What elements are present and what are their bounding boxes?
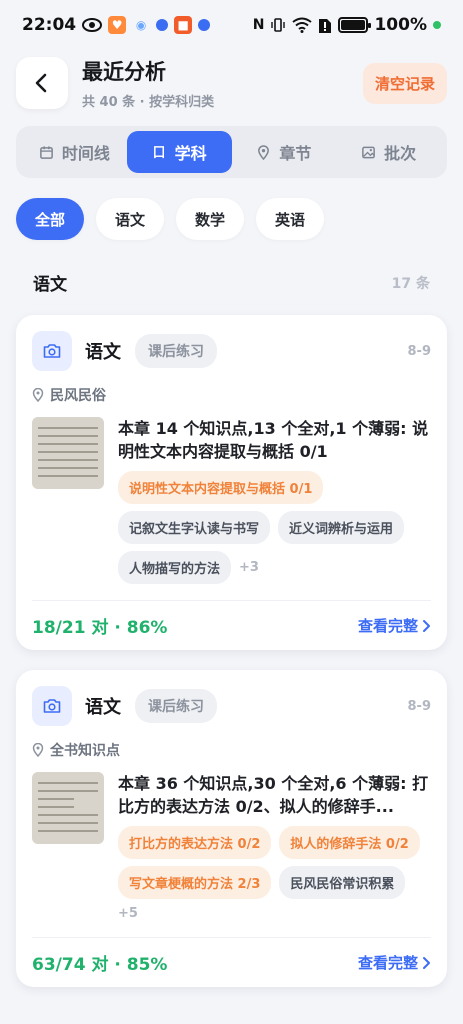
- score-summary: 18/21 对 · 86%: [32, 618, 168, 638]
- chip-math[interactable]: 数学: [176, 198, 245, 240]
- card-date: 8-9: [407, 343, 432, 359]
- view-full-label: 查看完整: [357, 954, 418, 972]
- status-time: 22:04: [22, 15, 77, 35]
- card-header: 语文 课后练习 8-9: [32, 686, 431, 726]
- robot-app-icon: ◉: [135, 18, 147, 32]
- chip-chinese[interactable]: 语文: [96, 198, 165, 240]
- view-full-link[interactable]: 查看完整: [358, 952, 431, 973]
- blue-app-icon: [156, 19, 169, 31]
- tab-subject[interactable]: 学科: [126, 131, 232, 173]
- location-pin-icon: [32, 388, 44, 402]
- vibrate-icon: [271, 18, 286, 32]
- card-summary: 本章 14 个知识点,13 个全对,1 个薄弱: 说明性文本内容提取与概括 0/…: [118, 419, 429, 461]
- analysis-card[interactable]: 语文 课后练习 8-9 民风民俗 本章 14 个知识点,13 个全对,1 个薄弱…: [16, 315, 447, 650]
- page-subtitle: 共 40 条 · 按学科归类: [82, 95, 215, 110]
- card-body: 本章 36 个知识点,30 个全对,6 个薄弱: 打比方的表达方法 0/2、拟人…: [32, 772, 431, 921]
- analysis-card[interactable]: 语文 课后练习 8-9 全书知识点 本章 36 个知识点,30 个全对,6 个薄…: [16, 670, 447, 987]
- knowledge-pill: 记叙文生字认读与书写: [118, 511, 271, 544]
- card-header: 语文 课后练习 8-9: [32, 331, 431, 371]
- section-count: 17 条: [391, 275, 430, 292]
- card-date: 8-9: [407, 698, 432, 714]
- location-pin-icon: [258, 144, 270, 160]
- worksheet-thumbnail[interactable]: [32, 772, 104, 844]
- sim-alert-icon: [319, 18, 332, 33]
- status-right: N 100%: [253, 15, 441, 35]
- header: 最近分析 共 40 条 · 按学科归类 清空记录: [0, 50, 463, 112]
- view-full-label: 查看完整: [357, 617, 418, 635]
- battery-icon: [338, 17, 372, 33]
- more-count: +5: [118, 906, 138, 921]
- knowledge-pill-weak: 说明性文本内容提取与概括 0/1: [118, 471, 324, 504]
- section-title: 语文: [33, 275, 67, 295]
- card-tag: 课后练习: [135, 334, 217, 368]
- card-chapter: 民风民俗: [32, 385, 431, 405]
- status-bar: 22:04 ♥ ◉ ■ N 100%: [0, 0, 463, 50]
- clear-records-button[interactable]: 清空记录: [362, 62, 447, 104]
- nfc-icon: N: [252, 17, 265, 33]
- calendar-icon: [39, 145, 53, 159]
- card-body: 本章 14 个知识点,13 个全对,1 个薄弱: 说明性文本内容提取与概括 0/…: [32, 417, 431, 584]
- heart-app-icon: ♥: [108, 16, 127, 34]
- back-button[interactable]: [16, 57, 68, 109]
- tab-batch[interactable]: 批次: [336, 131, 441, 173]
- card-content: 本章 36 个知识点,30 个全对,6 个薄弱: 打比方的表达方法 0/2、拟人…: [118, 772, 431, 921]
- card-summary: 本章 36 个知识点,30 个全对,6 个薄弱: 打比方的表达方法 0/2、拟人…: [118, 774, 429, 816]
- card-content: 本章 14 个知识点,13 个全对,1 个薄弱: 说明性文本内容提取与概括 0/…: [118, 417, 431, 584]
- chapter-label: 民风民俗: [50, 388, 106, 404]
- header-text: 最近分析 共 40 条 · 按学科归类: [82, 56, 363, 110]
- card-subject: 语文: [85, 697, 121, 718]
- worksheet-thumbnail[interactable]: [32, 417, 104, 489]
- tab-label: 批次: [384, 144, 417, 163]
- blue-app-icon-2: [198, 19, 211, 31]
- image-icon: [362, 146, 375, 158]
- camera-icon: [32, 686, 72, 726]
- chevron-right-icon: [423, 956, 430, 969]
- knowledge-pill-weak: 写文章梗概的方法 2/3: [118, 866, 272, 899]
- knowledge-point-pills: 说明性文本内容提取与概括 0/1 记叙文生字认读与书写 近义词辨析与运用 人物描…: [118, 471, 431, 584]
- camera-icon: [32, 331, 72, 371]
- knowledge-pill: 近义词辨析与运用: [278, 511, 405, 544]
- orange-app-icon: ■: [174, 16, 193, 34]
- chip-english[interactable]: 英语: [256, 198, 325, 240]
- chip-all[interactable]: 全部: [16, 198, 85, 240]
- tab-chapter[interactable]: 章节: [232, 131, 337, 173]
- more-count: +3: [239, 560, 259, 575]
- tab-label: 时间线: [61, 144, 110, 163]
- score-summary: 63/74 对 · 85%: [32, 955, 168, 975]
- knowledge-point-pills: 打比方的表达方法 0/2 拟人的修辞手法 0/2 写文章梗概的方法 2/3 民风…: [118, 826, 431, 921]
- active-dot-icon: [433, 21, 441, 29]
- status-left: 22:04 ♥ ◉ ■: [22, 15, 211, 35]
- knowledge-pill: 人物描写的方法: [118, 551, 232, 584]
- view-tabs: 时间线 学科 章节 批次: [16, 126, 447, 178]
- card-subject: 语文: [85, 342, 121, 363]
- chapter-label: 全书知识点: [50, 743, 120, 759]
- chevron-right-icon: [423, 619, 430, 632]
- knowledge-pill: 民风民俗常识积累: [279, 866, 406, 899]
- book-icon: [153, 145, 164, 158]
- location-pin-icon: [32, 743, 44, 757]
- card-footer: 63/74 对 · 85% 查看完整: [32, 937, 431, 987]
- tab-label: 章节: [279, 144, 312, 163]
- wifi-icon: [292, 17, 313, 33]
- knowledge-pill-weak: 打比方的表达方法 0/2: [118, 826, 272, 859]
- card-tag: 课后练习: [135, 689, 217, 723]
- page-title: 最近分析: [82, 60, 166, 84]
- section-header: 语文 17 条: [0, 270, 463, 295]
- card-footer: 18/21 对 · 86% 查看完整: [32, 600, 431, 650]
- eye-icon: [82, 18, 103, 32]
- battery-level: 100%: [374, 15, 427, 35]
- card-chapter: 全书知识点: [32, 740, 431, 760]
- knowledge-pill-weak: 拟人的修辞手法 0/2: [279, 826, 420, 859]
- tab-label: 学科: [174, 144, 207, 163]
- view-full-link[interactable]: 查看完整: [358, 615, 431, 636]
- subject-filter-chips: 全部 语文 数学 英语: [0, 198, 463, 240]
- chevron-left-icon: [35, 73, 47, 93]
- tab-timeline[interactable]: 时间线: [22, 131, 127, 173]
